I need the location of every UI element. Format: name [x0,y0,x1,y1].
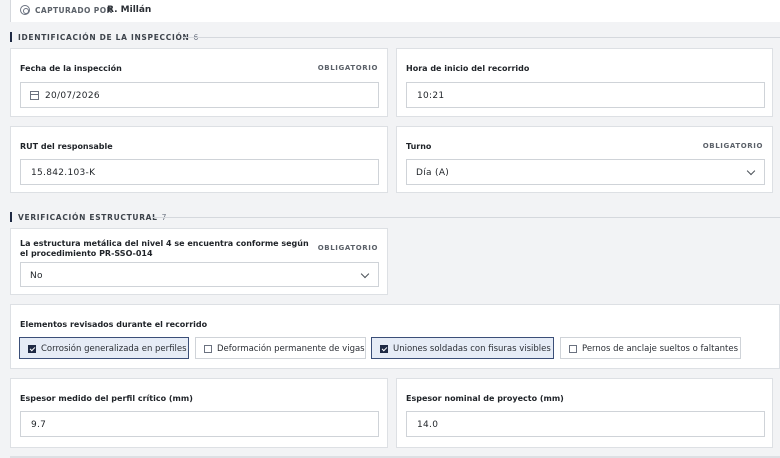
field-label: Espesor medido del perfil crítico (mm) [20,394,193,403]
espesor-medido-input[interactable]: 9.7 [20,411,379,437]
chevron-down-icon [746,166,756,176]
field-label: Fecha de la inspección [20,64,122,73]
checkbox-unchecked-icon [569,345,577,353]
section-verificacion-header: VERIFICACIÓN ESTRUCTURAL7 [10,212,780,224]
option-label: Corrosión generalizada en perfiles [41,344,187,354]
field-rut-card: RUT del responsable 15.842.103-K [10,126,388,193]
rut-value: 15.842.103-K [31,168,96,178]
field-label: Hora de inicio del recorrido [406,64,530,73]
field-label: La estructura metálica del nivel 4 se en… [20,239,309,258]
field-espesor-nominal-card: Espesor nominal de proyecto (mm) 14.0 [396,378,773,448]
checkbox-option-deformacion[interactable]: Deformación permanente de vigas [195,337,366,359]
checkbox-option-pernos[interactable]: Pernos de anclaje sueltos o faltantes [560,337,741,359]
section-title: VERIFICACIÓN ESTRUCTURAL [18,213,158,222]
required-badge: OBLIGATORIO [317,64,378,72]
captured-by-bar: CAPTURADO POR R. Millán [10,0,780,22]
field-label: Turno [406,142,432,151]
checkbox-unchecked-icon [204,345,212,353]
required-badge: OBLIGATORIO [702,142,763,150]
calendar-icon [30,91,39,100]
chevron-down-icon [360,269,370,279]
field-conforme-card: La estructura metálica del nivel 4 se en… [10,228,388,295]
field-turno-card: Turno OBLIGATORIO Día (A) [396,126,773,193]
checkbox-checked-icon [28,345,36,353]
required-badge: OBLIGATORIO [317,244,378,252]
checkbox-checked-icon [380,345,388,353]
espesor-nominal-value: 14.0 [417,420,439,430]
turno-select[interactable]: Día (A) [406,159,765,185]
checkbox-option-uniones[interactable]: Uniones soldadas con fisuras visibles [371,337,554,359]
fecha-value: 20/07/2026 [45,91,100,101]
captured-by-name: R. Millán [107,5,152,15]
fecha-date-input[interactable]: 20/07/2026 [20,82,379,108]
field-label: Elementos revisados durante el recorrido [20,320,208,329]
turno-value: Día (A) [416,168,450,178]
espesor-medido-value: 9.7 [31,420,47,430]
option-label: Deformación permanente de vigas [217,344,365,354]
hora-time-input[interactable]: 10:21 [406,82,765,108]
captured-by-label: CAPTURADO POR [35,6,113,15]
field-hora-card: Hora de inicio del recorrido 10:21 [396,48,773,117]
option-label: Pernos de anclaje sueltos o faltantes [582,344,739,354]
conforme-select[interactable]: No [20,262,379,287]
espesor-nominal-input[interactable]: 14.0 [406,411,765,437]
checkbox-option-corrosion[interactable]: Corrosión generalizada en perfiles [19,337,189,359]
field-espesor-medido-card: Espesor medido del perfil crítico (mm) 9… [10,378,388,448]
rut-input[interactable]: 15.842.103-K [20,159,379,185]
field-fecha-card: Fecha de la inspección OBLIGATORIO 20/07… [10,48,388,117]
field-label: RUT del responsable [20,142,113,151]
section-identificacion-header: IDENTIFICACIÓN DE LA INSPECCIÓN6 [10,32,780,44]
conforme-value: No [30,271,43,281]
option-label: Uniones soldadas con fisuras visibles [393,344,551,354]
hora-value: 10:21 [417,91,445,101]
section-title: IDENTIFICACIÓN DE LA INSPECCIÓN [18,33,190,42]
user-circle-icon [20,5,30,15]
field-label: Espesor nominal de proyecto (mm) [406,394,564,403]
